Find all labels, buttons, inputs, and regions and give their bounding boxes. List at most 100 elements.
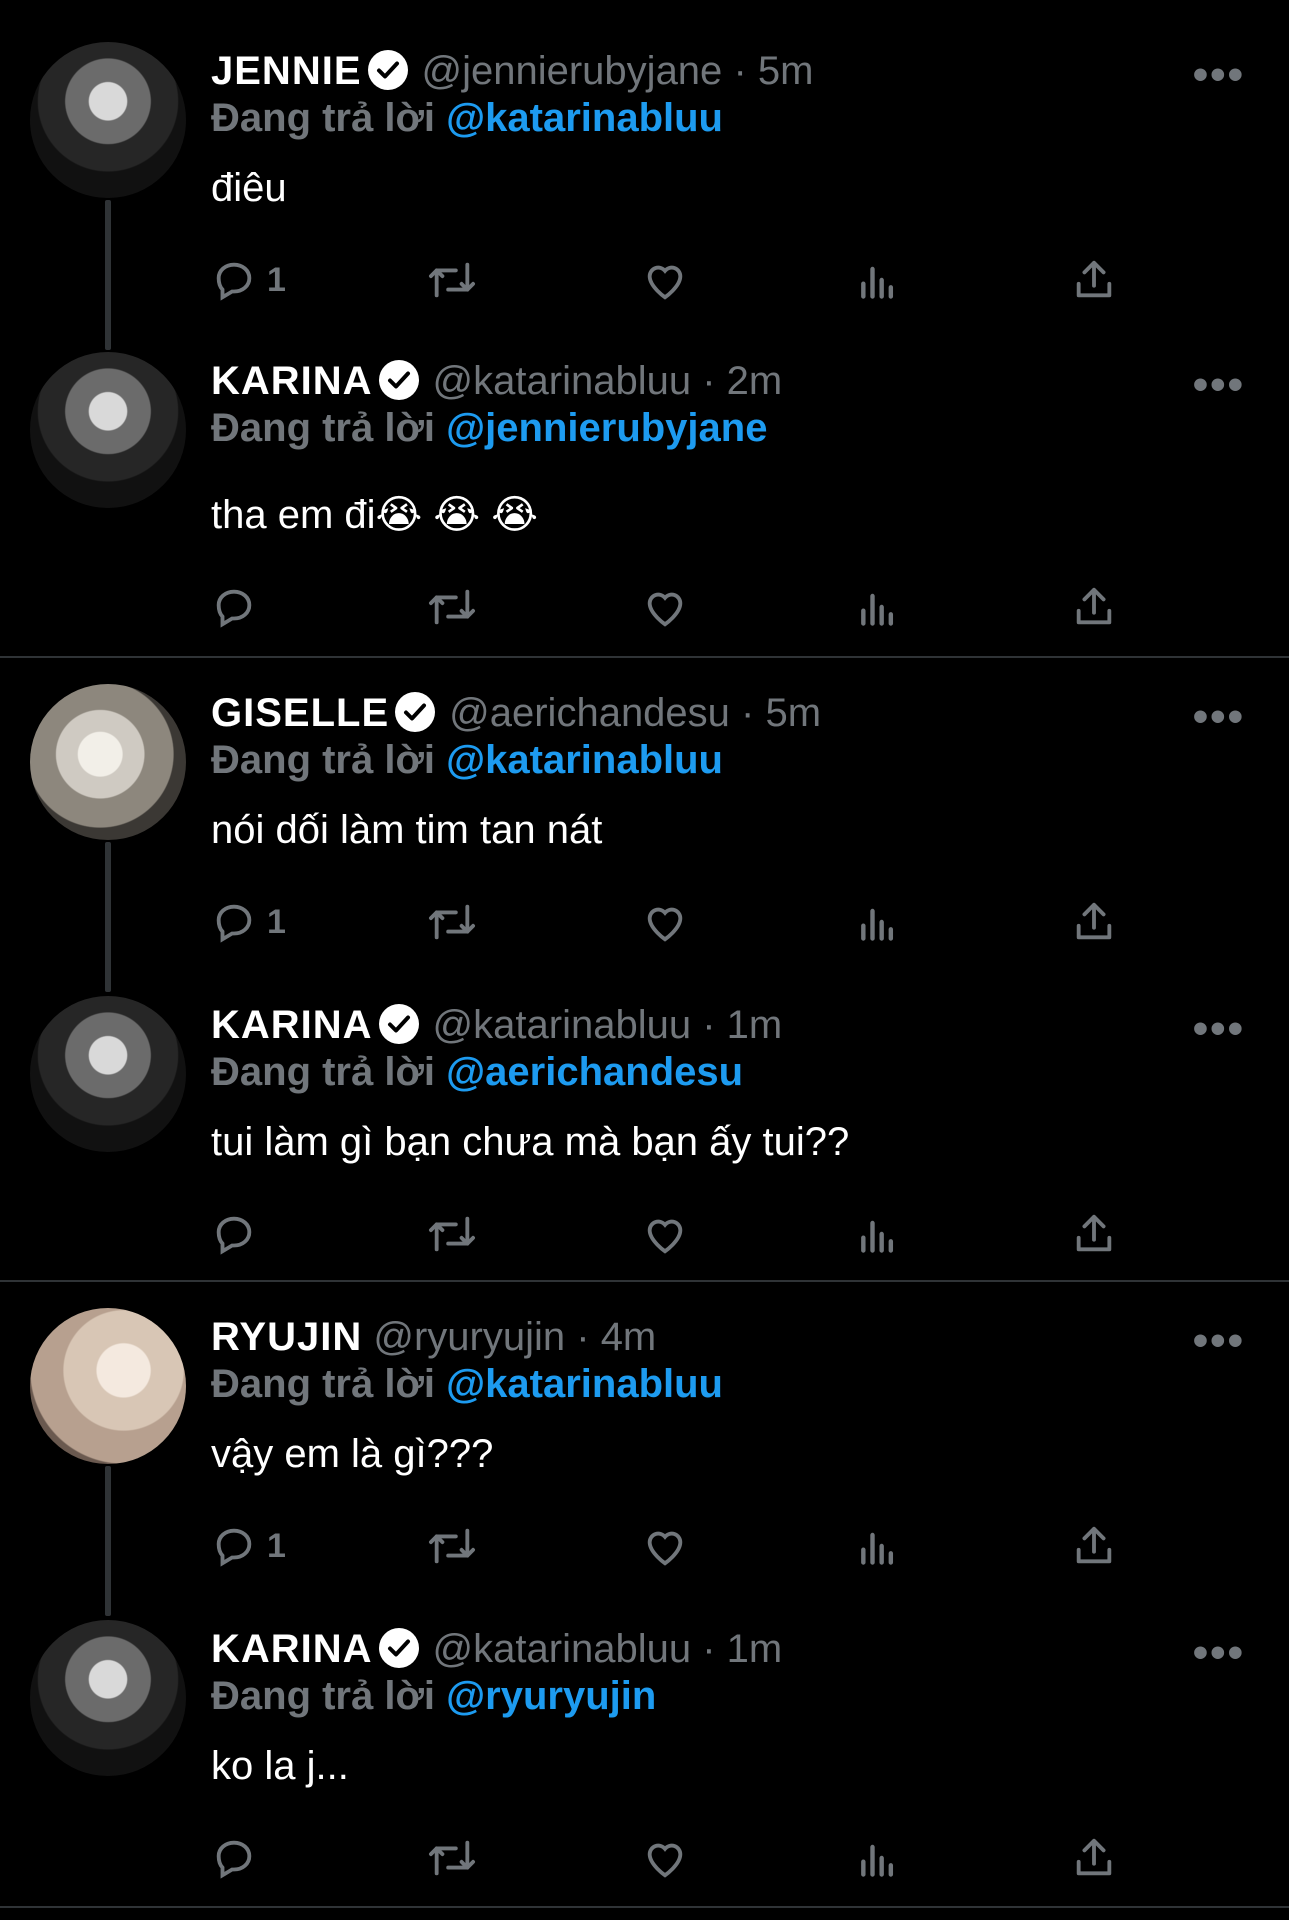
avatar[interactable] [30, 352, 186, 508]
mention-link[interactable]: @aerichandesu [446, 1050, 743, 1094]
more-options-icon[interactable]: ••• [1193, 692, 1245, 742]
handle[interactable]: @katarinabluu [433, 1627, 692, 1671]
replying-to: Đang trả lời @jennierubyjane [211, 406, 767, 451]
handle[interactable]: @jennierubyjane [422, 49, 723, 93]
separator-dot: · [733, 49, 747, 93]
mention-link[interactable]: @katarinabluu [446, 738, 723, 782]
retweet-button[interactable] [426, 1828, 478, 1888]
reply-button[interactable]: 1 [211, 1516, 286, 1576]
replying-label: Đang trả lời [211, 1050, 436, 1094]
action-bar: 1 [211, 250, 1211, 310]
tweet[interactable]: KARINA @katarinabluu · 1m ••• Đang trả lờ… [0, 954, 1289, 1284]
tweet[interactable]: KARINA @katarinabluu · 1m ••• Đang trả lờ… [0, 1578, 1289, 1908]
timestamp[interactable]: 5m [766, 691, 822, 735]
avatar[interactable] [30, 996, 186, 1152]
tweet-header: KARINA @katarinabluu · 1m [211, 1624, 782, 1674]
more-options-icon[interactable]: ••• [1193, 50, 1245, 100]
tweet[interactable]: KARINA @katarinabluu · 2m ••• Đang trả lờ… [0, 310, 1289, 655]
reply-icon [216, 589, 252, 628]
handle[interactable]: @katarinabluu [433, 1003, 692, 1047]
retweet-button[interactable] [426, 1204, 478, 1264]
display-name[interactable]: RYUJIN [211, 1315, 362, 1359]
retweet-icon [428, 904, 475, 940]
retweet-button[interactable] [426, 250, 478, 310]
avatar[interactable] [30, 684, 186, 840]
timestamp[interactable]: 1m [727, 1003, 783, 1047]
action-bar: 1 [211, 892, 1211, 952]
like-icon [647, 265, 683, 300]
like-button[interactable] [641, 577, 689, 637]
analytics-button[interactable] [856, 1516, 900, 1576]
analytics-button[interactable] [856, 577, 900, 637]
reply-button[interactable] [211, 577, 267, 637]
more-options-icon[interactable]: ••• [1193, 1628, 1245, 1678]
more-options-icon[interactable]: ••• [1193, 1004, 1245, 1054]
reply-icon [216, 904, 252, 943]
share-button[interactable] [1071, 250, 1117, 310]
share-icon [1076, 587, 1112, 625]
like-button[interactable] [641, 250, 689, 310]
like-button[interactable] [641, 1516, 689, 1576]
tweet-text: điêu [211, 166, 287, 210]
reply-button[interactable]: 1 [211, 892, 286, 952]
tweet-header: KARINA @katarinabluu · 1m [211, 1000, 782, 1050]
display-name[interactable]: JENNIE [211, 49, 362, 93]
tweet-text: ko la j... [211, 1744, 349, 1788]
handle[interactable]: @ryuryujin [373, 1315, 565, 1359]
timestamp[interactable]: 1m [727, 1627, 783, 1671]
reply-button[interactable] [211, 1204, 267, 1264]
mention-link[interactable]: @katarinabluu [446, 96, 723, 140]
analytics-icon [861, 1844, 894, 1877]
mention-link[interactable]: @jennierubyjane [446, 406, 767, 450]
reply-button[interactable] [211, 1828, 267, 1888]
share-button[interactable] [1071, 1828, 1117, 1888]
tweet-header: KARINA @katarinabluu · 2m [211, 356, 782, 406]
avatar[interactable] [30, 1620, 186, 1776]
more-options-icon[interactable]: ••• [1193, 1316, 1245, 1366]
timestamp[interactable]: 2m [727, 359, 783, 403]
like-button[interactable] [641, 892, 689, 952]
share-button[interactable] [1071, 1516, 1117, 1576]
replying-label: Đang trả lời [211, 96, 436, 140]
handle[interactable]: @aerichandesu [449, 691, 730, 735]
share-button[interactable] [1071, 577, 1117, 637]
timestamp[interactable]: 5m [758, 49, 814, 93]
display-name[interactable]: KARINA [211, 359, 373, 403]
like-icon [647, 907, 683, 942]
separator-dot: · [741, 691, 755, 735]
mention-link[interactable]: @katarinabluu [446, 1362, 723, 1406]
display-name[interactable]: KARINA [211, 1627, 373, 1671]
retweet-button[interactable] [426, 577, 478, 637]
retweet-button[interactable] [426, 1516, 478, 1576]
more-options-icon[interactable]: ••• [1193, 360, 1245, 410]
avatar[interactable] [30, 42, 186, 198]
reply-button[interactable]: 1 [211, 250, 286, 310]
avatar[interactable] [30, 1308, 186, 1464]
analytics-button[interactable] [856, 892, 900, 952]
analytics-icon [861, 1532, 894, 1565]
retweet-icon [428, 1528, 475, 1564]
display-name[interactable]: KARINA [211, 1003, 373, 1047]
reply-icon [216, 1216, 252, 1255]
timestamp[interactable]: 4m [601, 1315, 657, 1359]
like-icon [647, 592, 683, 627]
analytics-button[interactable] [856, 1828, 900, 1888]
share-button[interactable] [1071, 892, 1117, 952]
analytics-button[interactable] [856, 1204, 900, 1264]
like-icon [647, 1843, 683, 1878]
replying-to: Đang trả lời @aerichandesu [211, 1050, 743, 1095]
retweet-icon [428, 262, 475, 298]
retweet-button[interactable] [426, 892, 478, 952]
tweet[interactable]: GISELLE @aerichandesu · 5m ••• Đang trả l… [0, 642, 1289, 992]
tweet[interactable]: JENNIE @jennierubyjane · 5m ••• Đang trả … [0, 0, 1289, 350]
reply-count: 1 [267, 260, 286, 299]
share-button[interactable] [1071, 1204, 1117, 1264]
display-name[interactable]: GISELLE [211, 691, 389, 735]
like-button[interactable] [641, 1828, 689, 1888]
handle[interactable]: @katarinabluu [433, 359, 692, 403]
like-button[interactable] [641, 1204, 689, 1264]
like-icon [647, 1531, 683, 1566]
analytics-button[interactable] [856, 250, 900, 310]
tweet[interactable]: RYUJIN @ryuryujin · 4m ••• Đang trả lời … [0, 1266, 1289, 1616]
mention-link[interactable]: @ryuryujin [446, 1674, 656, 1718]
